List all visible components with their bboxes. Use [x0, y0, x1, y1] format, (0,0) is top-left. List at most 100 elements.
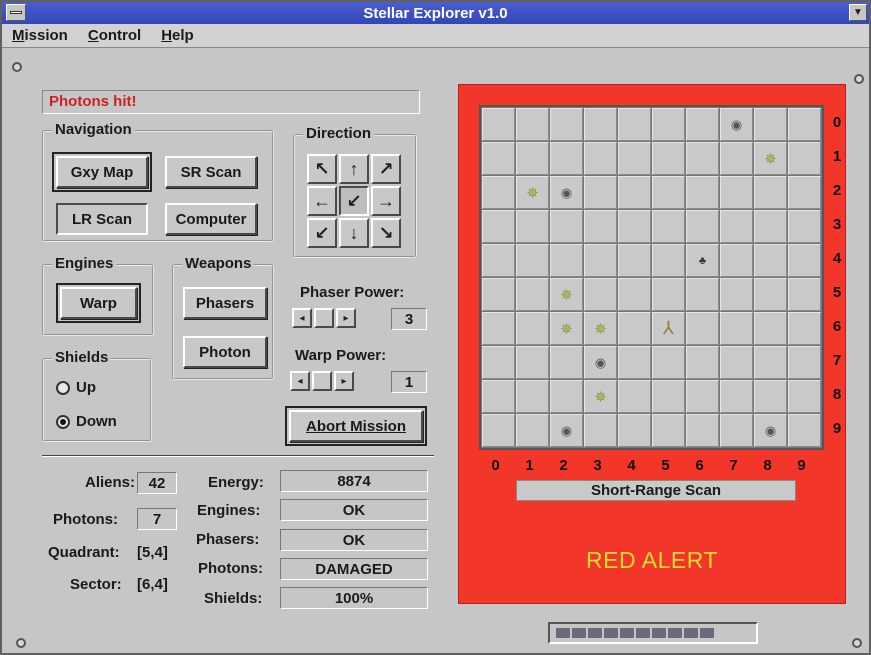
scan-cell[interactable]	[550, 142, 583, 175]
scan-cell[interactable]	[482, 142, 515, 175]
shields-up-radio[interactable]: Up	[56, 379, 96, 396]
scan-cell[interactable]	[618, 278, 651, 311]
scan-cell[interactable]	[686, 312, 719, 345]
scan-cell[interactable]	[788, 142, 821, 175]
scan-cell[interactable]	[686, 414, 719, 447]
scan-cell[interactable]	[686, 346, 719, 379]
scan-cell[interactable]	[720, 380, 753, 413]
scan-cell[interactable]: ✵	[550, 278, 583, 311]
scan-cell[interactable]	[686, 278, 719, 311]
arrow-up-right-button[interactable]: ↗	[371, 154, 401, 184]
scan-cell[interactable]	[482, 380, 515, 413]
phaser-power-spinner[interactable]: ◂ ▸	[292, 308, 356, 328]
warp-button[interactable]: Warp	[56, 283, 141, 323]
arrow-center-button[interactable]: ↙	[339, 186, 369, 216]
scan-cell[interactable]	[686, 210, 719, 243]
arrow-up-button[interactable]: ↑	[339, 154, 369, 184]
menu-mission[interactable]: Mission	[2, 27, 78, 44]
scan-cell[interactable]	[652, 346, 685, 379]
scan-cell[interactable]	[720, 414, 753, 447]
scan-cell[interactable]	[686, 108, 719, 141]
scan-cell[interactable]	[516, 278, 549, 311]
spinner-thumb[interactable]	[314, 308, 334, 328]
scan-cell[interactable]	[482, 244, 515, 277]
spinner-thumb[interactable]	[312, 371, 332, 391]
scan-cell[interactable]	[686, 142, 719, 175]
scan-cell[interactable]	[618, 414, 651, 447]
scan-cell[interactable]	[516, 346, 549, 379]
scan-cell[interactable]	[482, 176, 515, 209]
photon-button[interactable]: Photon	[183, 336, 267, 368]
arrow-down-right-button[interactable]: ↘	[371, 218, 401, 248]
warp-power-spinner[interactable]: ◂ ▸	[290, 371, 354, 391]
scan-cell[interactable]	[516, 108, 549, 141]
scan-cell[interactable]	[754, 312, 787, 345]
scan-cell[interactable]	[482, 210, 515, 243]
scan-cell[interactable]	[618, 244, 651, 277]
scan-cell[interactable]	[720, 346, 753, 379]
scan-cell[interactable]	[754, 210, 787, 243]
scan-cell[interactable]	[482, 346, 515, 379]
decrease-icon[interactable]: ◂	[292, 308, 312, 328]
scan-cell[interactable]	[788, 244, 821, 277]
scan-cell[interactable]: ✵	[550, 312, 583, 345]
scan-cell[interactable]	[584, 414, 617, 447]
scan-cell[interactable]	[516, 142, 549, 175]
scan-cell[interactable]: ◉	[754, 414, 787, 447]
scan-cell[interactable]	[550, 244, 583, 277]
scan-cell[interactable]	[584, 176, 617, 209]
scan-cell[interactable]	[618, 380, 651, 413]
scan-cell[interactable]	[652, 244, 685, 277]
scan-cell[interactable]: ✵	[584, 380, 617, 413]
scan-cell[interactable]	[516, 210, 549, 243]
scan-cell[interactable]	[482, 278, 515, 311]
scan-cell[interactable]	[652, 108, 685, 141]
scan-cell[interactable]	[652, 210, 685, 243]
shields-down-radio[interactable]: Down	[56, 413, 117, 430]
scan-cell[interactable]	[618, 176, 651, 209]
scan-cell[interactable]	[584, 210, 617, 243]
scan-cell[interactable]	[618, 142, 651, 175]
increase-icon[interactable]: ▸	[334, 371, 354, 391]
scan-cell[interactable]: ✵	[584, 312, 617, 345]
computer-button[interactable]: Computer	[165, 203, 257, 235]
scan-cell[interactable]: ⅄	[652, 312, 685, 345]
arrow-down-left-button[interactable]: ↙	[307, 218, 337, 248]
scan-cell[interactable]	[788, 108, 821, 141]
scan-cell[interactable]	[788, 278, 821, 311]
scan-cell[interactable]	[788, 414, 821, 447]
scan-cell[interactable]	[788, 380, 821, 413]
gxy-map-button[interactable]: Gxy Map	[52, 152, 152, 192]
scan-cell[interactable]	[550, 380, 583, 413]
scan-cell[interactable]: ◉	[550, 414, 583, 447]
scan-cell[interactable]	[720, 244, 753, 277]
scan-cell[interactable]: ◉	[550, 176, 583, 209]
menu-help[interactable]: Help	[151, 27, 204, 44]
scan-cell[interactable]	[618, 108, 651, 141]
scan-cell[interactable]	[754, 278, 787, 311]
arrow-left-button[interactable]: ←	[307, 186, 337, 216]
scan-cell[interactable]	[516, 380, 549, 413]
scan-cell[interactable]	[550, 108, 583, 141]
short-range-scan-grid[interactable]: ◉ ✵ ✵ ◉ ♣ ✵ ✵ ✵ ⅄ ◉ ✵ ◉ ◉	[479, 105, 824, 450]
scan-cell[interactable]	[584, 244, 617, 277]
scan-cell[interactable]: ◉	[720, 108, 753, 141]
scan-cell[interactable]	[686, 176, 719, 209]
scan-cell[interactable]	[584, 142, 617, 175]
scan-cell[interactable]	[550, 346, 583, 379]
scan-cell[interactable]	[516, 244, 549, 277]
scan-cell[interactable]	[788, 210, 821, 243]
menu-control[interactable]: Control	[78, 27, 151, 44]
scan-cell[interactable]	[482, 312, 515, 345]
scan-cell[interactable]	[516, 312, 549, 345]
scan-cell[interactable]	[788, 176, 821, 209]
scan-cell[interactable]	[754, 380, 787, 413]
scan-cell[interactable]	[652, 176, 685, 209]
scan-cell[interactable]	[482, 414, 515, 447]
scan-cell[interactable]	[720, 142, 753, 175]
abort-mission-button[interactable]: Abort Mission	[285, 406, 427, 446]
lr-scan-button[interactable]: LR Scan	[56, 203, 148, 235]
increase-icon[interactable]: ▸	[336, 308, 356, 328]
scan-cell[interactable]	[754, 176, 787, 209]
arrow-down-button[interactable]: ↓	[339, 218, 369, 248]
